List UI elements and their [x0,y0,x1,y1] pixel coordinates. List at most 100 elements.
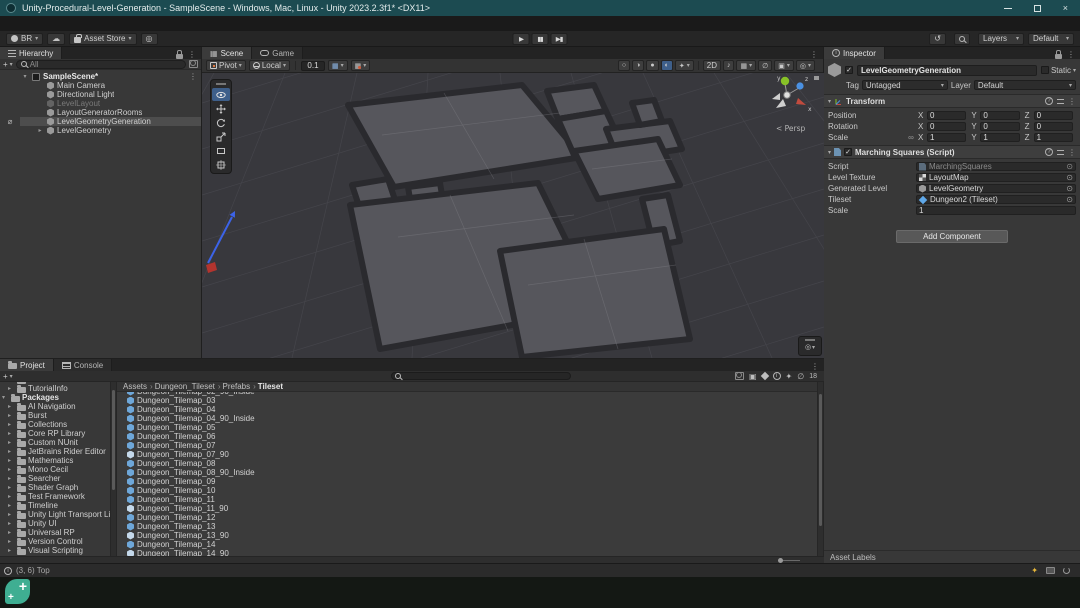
label-icon[interactable] [760,372,768,380]
folder-tree-item[interactable]: ▸ Test Framework [0,492,110,501]
play-button[interactable]: ▶ [513,33,530,45]
tab-inspector[interactable]: i Inspector [824,47,885,59]
asset-store-button[interactable]: Asset Store ▾ [69,33,136,45]
pivot-dropdown[interactable]: Pivot ▾ [206,60,246,71]
search-in-packages-icon[interactable] [735,372,744,380]
asset-list-item[interactable]: Dungeon_Tilemap_13 [117,522,817,531]
transform-tool-button[interactable] [212,158,230,171]
hierarchy-item[interactable]: LayoutGeneratorRooms [0,108,201,117]
asset-list-item[interactable]: Dungeon_Tilemap_14 [117,540,817,549]
kebab-menu-icon[interactable]: ⋮ [188,50,196,59]
folder-tree-item[interactable]: ▸ Unity Light Transport Libr [0,510,110,519]
tab-hierarchy[interactable]: Hierarchy [0,47,62,59]
asset-list-item[interactable]: Dungeon_Tilemap_14_90 [117,549,817,556]
folder-tree-item[interactable]: ▸ Visual Studio Editor [0,555,110,556]
tree-scrollbar[interactable] [110,382,117,556]
folder-tree-item[interactable]: ▸ JetBrains Rider Editor [0,447,110,456]
grid-size-field[interactable]: 0.1 [301,61,325,71]
foldout-arrow-icon[interactable]: ▸ [8,529,15,536]
add-component-button[interactable]: Add Component [896,230,1008,243]
asset-list-item[interactable]: Dungeon_Tilemap_12 [117,513,817,522]
asset-list-item[interactable]: Dungeon_Tilemap_03 [117,396,817,405]
x-value-field[interactable]: 0 [927,111,966,120]
foldout-arrow-icon[interactable]: ▸ [8,484,15,491]
presets-icon[interactable] [1057,150,1064,155]
hierarchy-item[interactable]: ⌀ LevelGeometryGeneration [0,117,201,126]
move-tool-button[interactable] [212,102,230,115]
folder-tree-item[interactable]: ▸ TutorialInfo [0,384,110,393]
kebab-menu-icon[interactable]: ⋮ [189,72,201,81]
x-value-field[interactable]: 1 [927,133,966,142]
asset-list-item[interactable]: Dungeon_Tilemap_06 [117,432,817,441]
asset-list-item[interactable]: Dungeon_Tilemap_09 [117,477,817,486]
folder-tree-item[interactable]: ▸ Searcher [0,474,110,483]
hierarchy-item[interactable]: Main Camera [0,81,201,90]
breadcrumb-item[interactable]: Assets › [123,382,153,391]
overlay-drag-handle[interactable] [216,83,226,85]
hierarchy-add-button[interactable]: + ▾ [3,60,13,69]
foldout-arrow-icon[interactable]: ▸ [8,502,15,509]
folder-tree-item[interactable]: ▸ Collections [0,420,110,429]
folder-tree-item[interactable]: ▸ Core RP Library [0,429,110,438]
y-value-field[interactable]: 0 [980,111,1019,120]
script-component-header[interactable]: ▾ ✓ Marching Squares (Script) ? ⋮ [824,145,1080,159]
kebab-menu-icon[interactable]: ⋮ [1068,97,1076,106]
foldout-arrow-icon[interactable]: ▸ [36,127,44,134]
tab-scene[interactable]: ▦ Scene [202,47,252,59]
foldout-arrow-icon[interactable]: ▸ [8,430,15,437]
package-icon[interactable]: ▣ [749,372,757,381]
foldout-arrow-icon[interactable]: ▸ [8,448,15,455]
asset-list-item[interactable]: Dungeon_Tilemap_08_90_Inside [117,468,817,477]
breadcrumb-item[interactable]: Dungeon_Tileset › [155,382,221,391]
foldout-arrow-icon[interactable]: ▸ [8,466,15,473]
rotate-tool-button[interactable] [212,116,230,129]
camera-overlay[interactable]: ◎ ▾ [798,336,822,356]
draw-mode-wireframe-button[interactable]: ◑ [632,60,644,71]
foldout-arrow-icon[interactable]: ▸ [8,547,15,554]
folder-tree-item[interactable]: ▸ Timeline [0,501,110,510]
hierarchy-item[interactable]: ▸ LevelGeometry [0,126,201,135]
hierarchy-item[interactable]: Directional Light [0,90,201,99]
desktop-app-icon[interactable]: + + [5,579,30,604]
property-value-field[interactable]: LevelGeometry ⊙ [916,184,1076,193]
foldout-arrow-icon[interactable]: ▸ [8,493,15,500]
services-button[interactable]: ◎ [141,33,158,45]
asset-list-item[interactable]: Dungeon_Tilemap_10 [117,486,817,495]
close-icon[interactable]: × [1063,3,1068,13]
transform-component-header[interactable]: ▾ Transform ? ⋮ [824,94,1080,108]
folder-tree-item[interactable]: ▸ Unity UI [0,519,110,528]
gizmos-dropdown[interactable]: ◎ ▾ [796,60,815,71]
handle-rotation-dropdown[interactable]: Local ▾ [249,60,290,71]
object-picker-icon[interactable]: ⊙ [1066,174,1073,182]
scene-viewport[interactable]: ◎ ▾ [202,73,824,358]
property-value-field[interactable]: LayoutMap ⊙ [916,173,1076,182]
foldout-arrow-icon[interactable]: ▾ [828,98,831,105]
foldout-arrow-icon[interactable]: ▸ [8,520,15,527]
kebab-menu-icon[interactable]: ⋮ [810,50,818,59]
favorites-icon[interactable]: ✦ [786,372,793,381]
scale-tool-button[interactable] [212,130,230,143]
asset-list-item[interactable]: Dungeon_Tilemap_04 [117,405,817,414]
view-tool-button[interactable] [212,88,230,101]
foldout-arrow-icon[interactable]: ▸ [8,439,15,446]
folder-tree-item[interactable]: ▸ Custom NUnit [0,438,110,447]
z-value-field[interactable]: 1 [1034,133,1073,142]
foldout-arrow-icon[interactable]: ▾ [2,394,9,401]
property-value-field[interactable]: MarchingSquares ⊙ [916,162,1076,171]
scene-lighting-button[interactable]: ◐ [661,60,673,71]
tab-console[interactable]: Console [54,359,112,371]
icon-size-slider[interactable] [778,560,800,561]
asset-list-item[interactable]: Dungeon_Tilemap_05 [117,423,817,432]
property-value-field[interactable]: Dungeon2 (Tileset) ⊙ [916,195,1076,204]
foldout-arrow-icon[interactable]: ▸ [8,412,15,419]
overlay-drag-handle[interactable] [805,339,815,341]
draw-mode-unlit-button[interactable]: ● [646,60,658,71]
lock-icon[interactable] [1055,54,1062,59]
folder-tree-item[interactable]: ▸ Shader Graph [0,483,110,492]
asset-list-item[interactable]: Dungeon_Tilemap_11 [117,495,817,504]
audio-toggle-button[interactable]: ♪ [723,60,735,71]
asset-labels-bar[interactable]: Asset Labels [824,550,1080,563]
kebab-menu-icon[interactable]: ⋮ [811,362,819,371]
list-scrollbar[interactable] [817,382,824,556]
y-value-field[interactable]: 1 [980,133,1019,142]
